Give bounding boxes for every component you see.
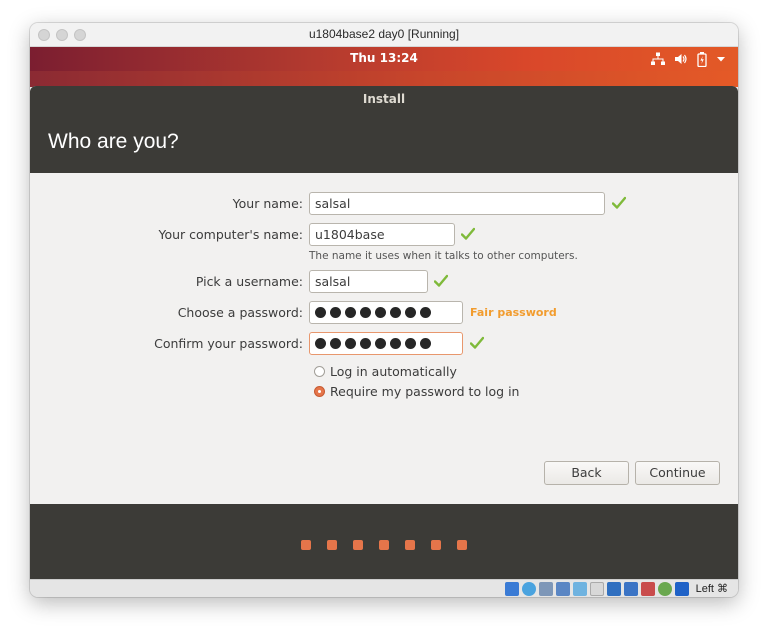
confirm-password-input[interactable]: [309, 332, 463, 355]
display-icon[interactable]: [606, 581, 621, 596]
page-heading: Who are you?: [48, 130, 179, 153]
volume-icon: [675, 54, 687, 64]
shared-folder-icon[interactable]: [589, 581, 604, 596]
progress-dot: [353, 540, 363, 550]
login-auto-radio[interactable]: [314, 366, 325, 377]
password-label: Choose a password:: [177, 305, 303, 320]
vm-window: u1804base2 day0 [Running] Thu 13:24 Inst…: [30, 23, 738, 597]
vbox-status-bar: Left ⌘: [30, 579, 738, 597]
password-input[interactable]: [309, 301, 463, 324]
installer-header: Install Who are you?: [30, 86, 738, 173]
optical-drive-icon[interactable]: [521, 581, 536, 596]
computer-name-hint: The name it uses when it talks to other …: [309, 250, 578, 262]
computer-name-valid-check-icon: [461, 227, 475, 240]
confirm-password-dots: [315, 336, 457, 351]
password-dots: [315, 305, 457, 320]
progress-area: [30, 504, 738, 579]
video-capture-icon[interactable]: [623, 581, 638, 596]
require-password-label: Require my password to log in: [330, 384, 520, 399]
require-password-radio[interactable]: [314, 386, 325, 397]
require-password-option[interactable]: Require my password to log in: [314, 384, 519, 399]
username-input[interactable]: salsal: [309, 270, 428, 293]
progress-dot: [431, 540, 441, 550]
progress-dot: [301, 540, 311, 550]
cpu-icon[interactable]: [640, 581, 655, 596]
password-strength: Fair password: [470, 306, 557, 319]
host-key-arrow-icon[interactable]: [674, 581, 689, 596]
host-key-label: Left ⌘: [695, 583, 728, 595]
desktop-background: [30, 71, 738, 87]
your-name-label: Your name:: [232, 196, 303, 211]
computer-name-label: Your computer's name:: [158, 227, 303, 242]
network-adapter-icon[interactable]: [555, 581, 570, 596]
ubuntu-top-bar: Thu 13:24: [30, 47, 738, 71]
clock[interactable]: Thu 13:24: [30, 51, 738, 65]
installer-window: Install Who are you? Your name: salsal Y…: [30, 86, 738, 579]
mouse-integration-icon[interactable]: [657, 581, 672, 596]
progress-dot: [405, 540, 415, 550]
username-label: Pick a username:: [195, 274, 303, 289]
hard-disk-icon[interactable]: [504, 581, 519, 596]
installer-title: Install: [362, 92, 406, 106]
progress-dots: [301, 540, 467, 550]
your-name-input[interactable]: salsal: [309, 192, 605, 215]
window-titlebar: u1804base2 day0 [Running]: [30, 23, 738, 47]
login-auto-label: Log in automatically: [330, 364, 457, 379]
progress-dot: [457, 540, 467, 550]
audio-icon[interactable]: [538, 581, 553, 596]
continue-button[interactable]: Continue: [635, 461, 720, 485]
login-auto-option[interactable]: Log in automatically: [314, 364, 457, 379]
system-menu[interactable]: [651, 50, 726, 68]
confirm-valid-check-icon: [470, 336, 484, 349]
battery-icon: [697, 51, 707, 67]
confirm-password-label: Confirm your password:: [154, 336, 303, 351]
name-valid-check-icon: [612, 196, 626, 209]
progress-dot: [379, 540, 389, 550]
computer-name-input[interactable]: u1804base: [309, 223, 455, 246]
window-title: u1804base2 day0 [Running]: [308, 27, 460, 41]
progress-dot: [327, 540, 337, 550]
network-icon: [651, 52, 665, 65]
back-button[interactable]: Back: [544, 461, 629, 485]
dropdown-arrow-icon: [717, 57, 725, 62]
username-valid-check-icon: [434, 274, 448, 287]
usb-icon[interactable]: [572, 581, 587, 596]
